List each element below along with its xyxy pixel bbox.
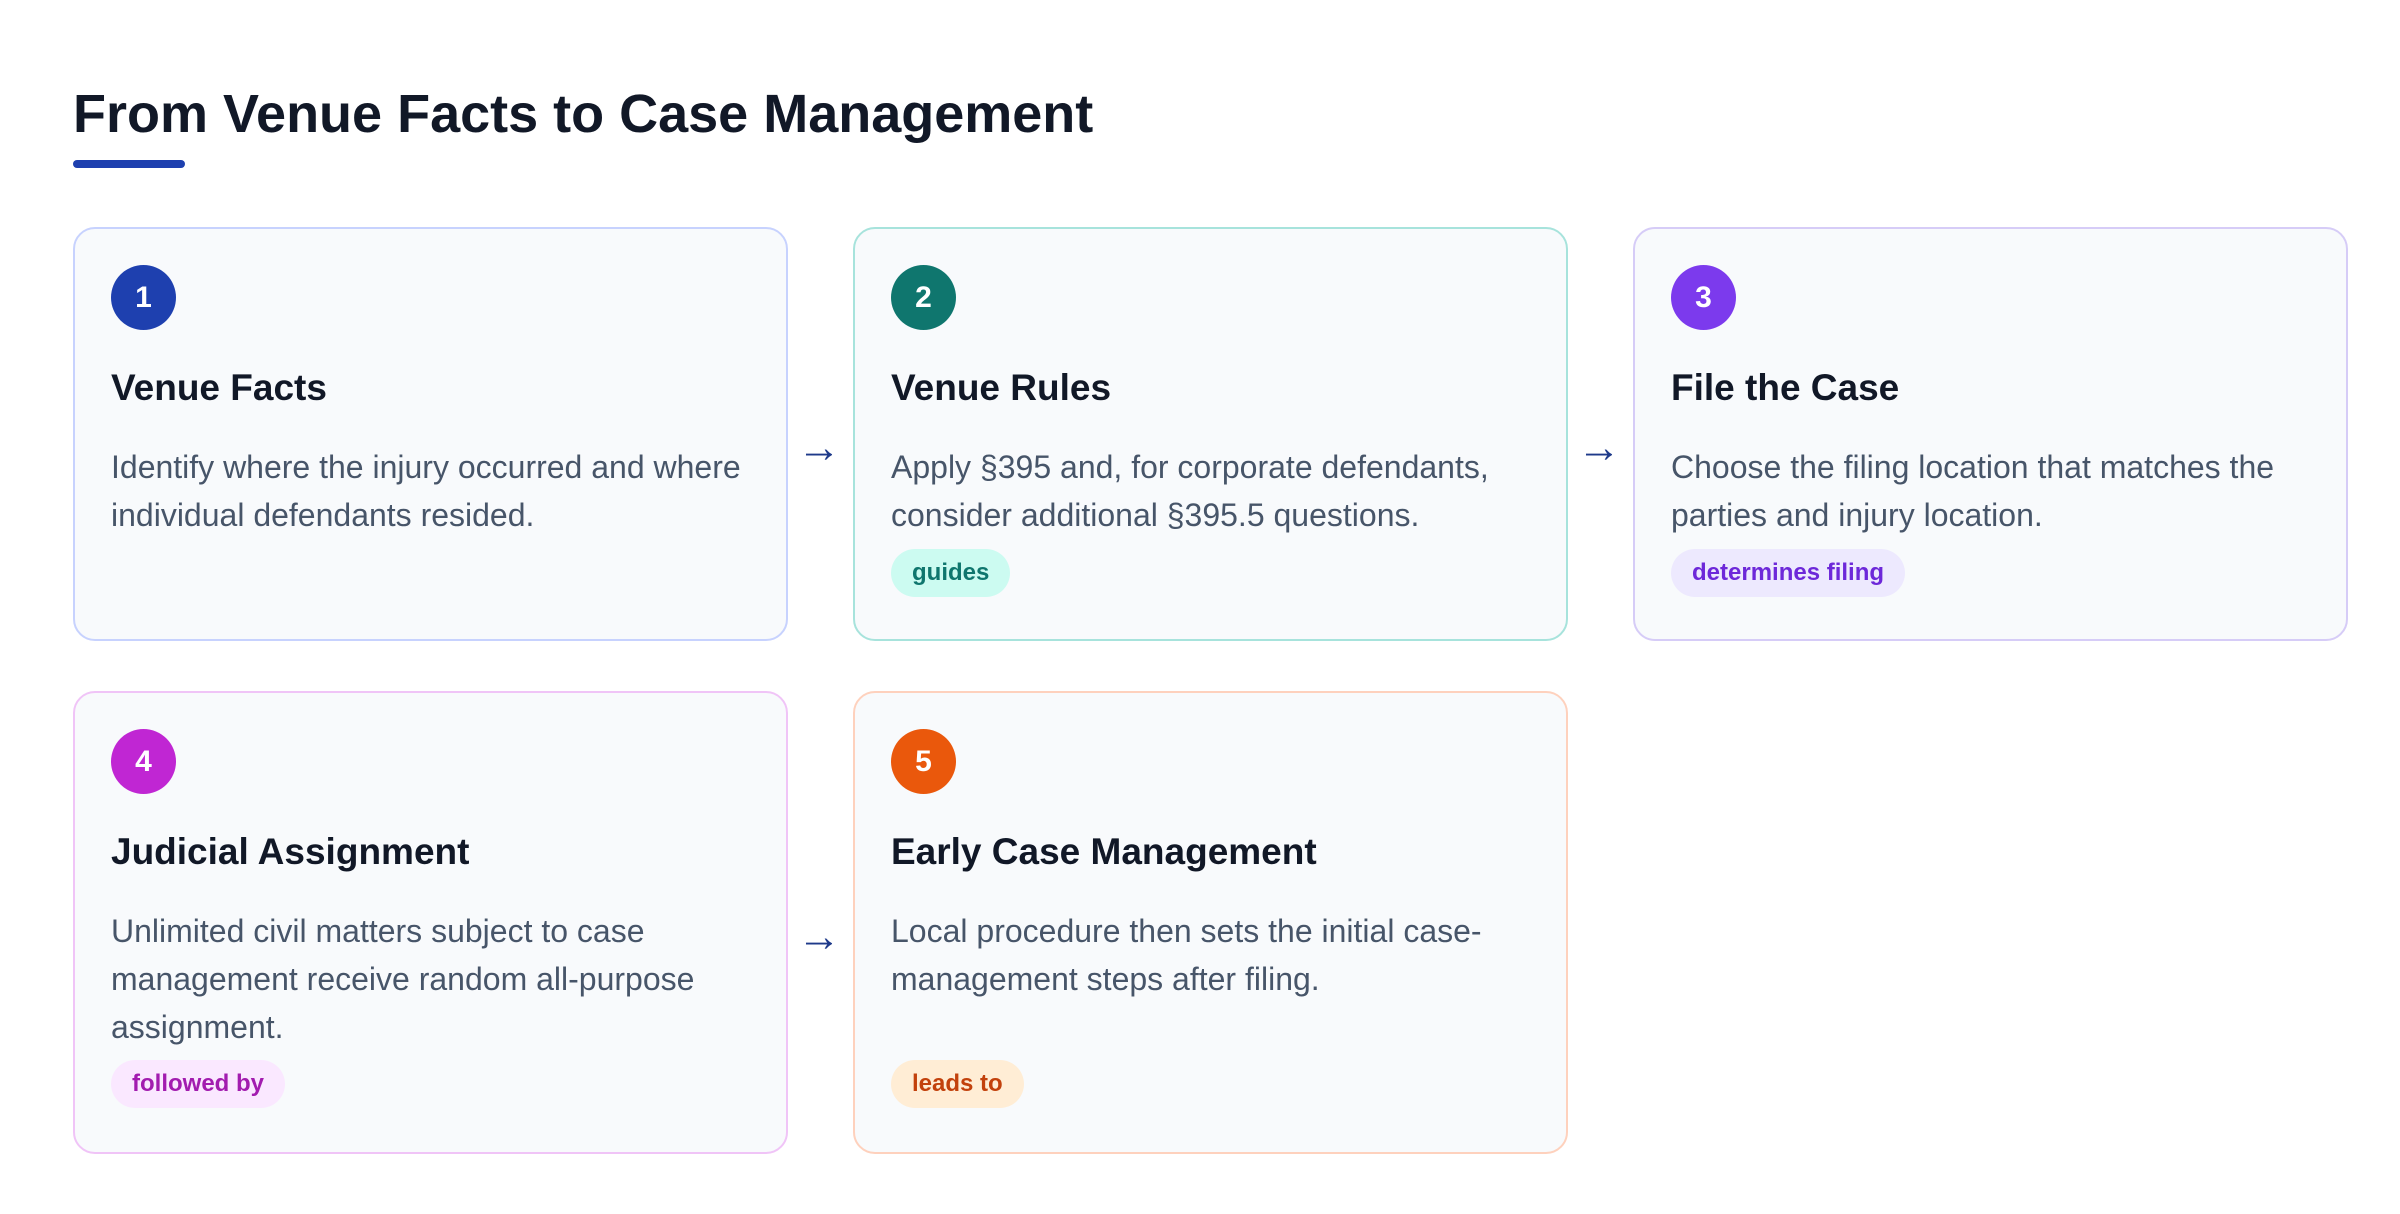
step-description: Choose the filing location that matches … [1671, 449, 2275, 533]
step-description: Unlimited civil matters subject to case … [111, 913, 695, 1045]
step-number-badge: 2 [891, 265, 956, 330]
step-card-judicial-assignment: 4 Judicial Assignment Unlimited civil ma… [73, 691, 788, 1154]
step-description: Apply §395 and, for corporate defendants… [891, 449, 1489, 533]
step-heading: Venue Facts [111, 367, 327, 408]
step-number-badge: 3 [1671, 265, 1736, 330]
step-card-early-case-management: 5 Early Case Management Local procedure … [853, 691, 1568, 1154]
arrow-right-icon: → [1577, 423, 1621, 472]
step-card-venue-rules: 2 Venue Rules Apply §395 and, for corpor… [853, 227, 1568, 641]
step-description: Identify where the injury occurred and w… [111, 449, 741, 533]
step-heading: Venue Rules [891, 367, 1112, 408]
step-card-venue-facts: 1 Venue Facts Identify where the injury … [73, 227, 788, 641]
title-underline [73, 160, 185, 168]
step-heading: Early Case Management [891, 831, 1317, 872]
relation-tag: leads to [891, 1060, 1024, 1108]
arrow-right-icon: → [797, 912, 841, 961]
step-number-badge: 1 [111, 265, 176, 330]
step-heading: Judicial Assignment [111, 831, 470, 872]
step-number-badge: 4 [111, 729, 176, 794]
relation-tag: guides [891, 549, 1011, 597]
arrow-right-icon: → [797, 423, 841, 472]
relation-tag: determines filing [1671, 549, 1906, 597]
step-number-badge: 5 [891, 729, 956, 794]
step-heading: File the Case [1671, 367, 1900, 408]
page-title: From Venue Facts to Case Management [73, 84, 1094, 144]
relation-tag: followed by [111, 1060, 285, 1108]
step-description: Local procedure then sets the initial ca… [891, 913, 1482, 997]
step-card-file-the-case: 3 File the Case Choose the filing locati… [1633, 227, 2348, 641]
